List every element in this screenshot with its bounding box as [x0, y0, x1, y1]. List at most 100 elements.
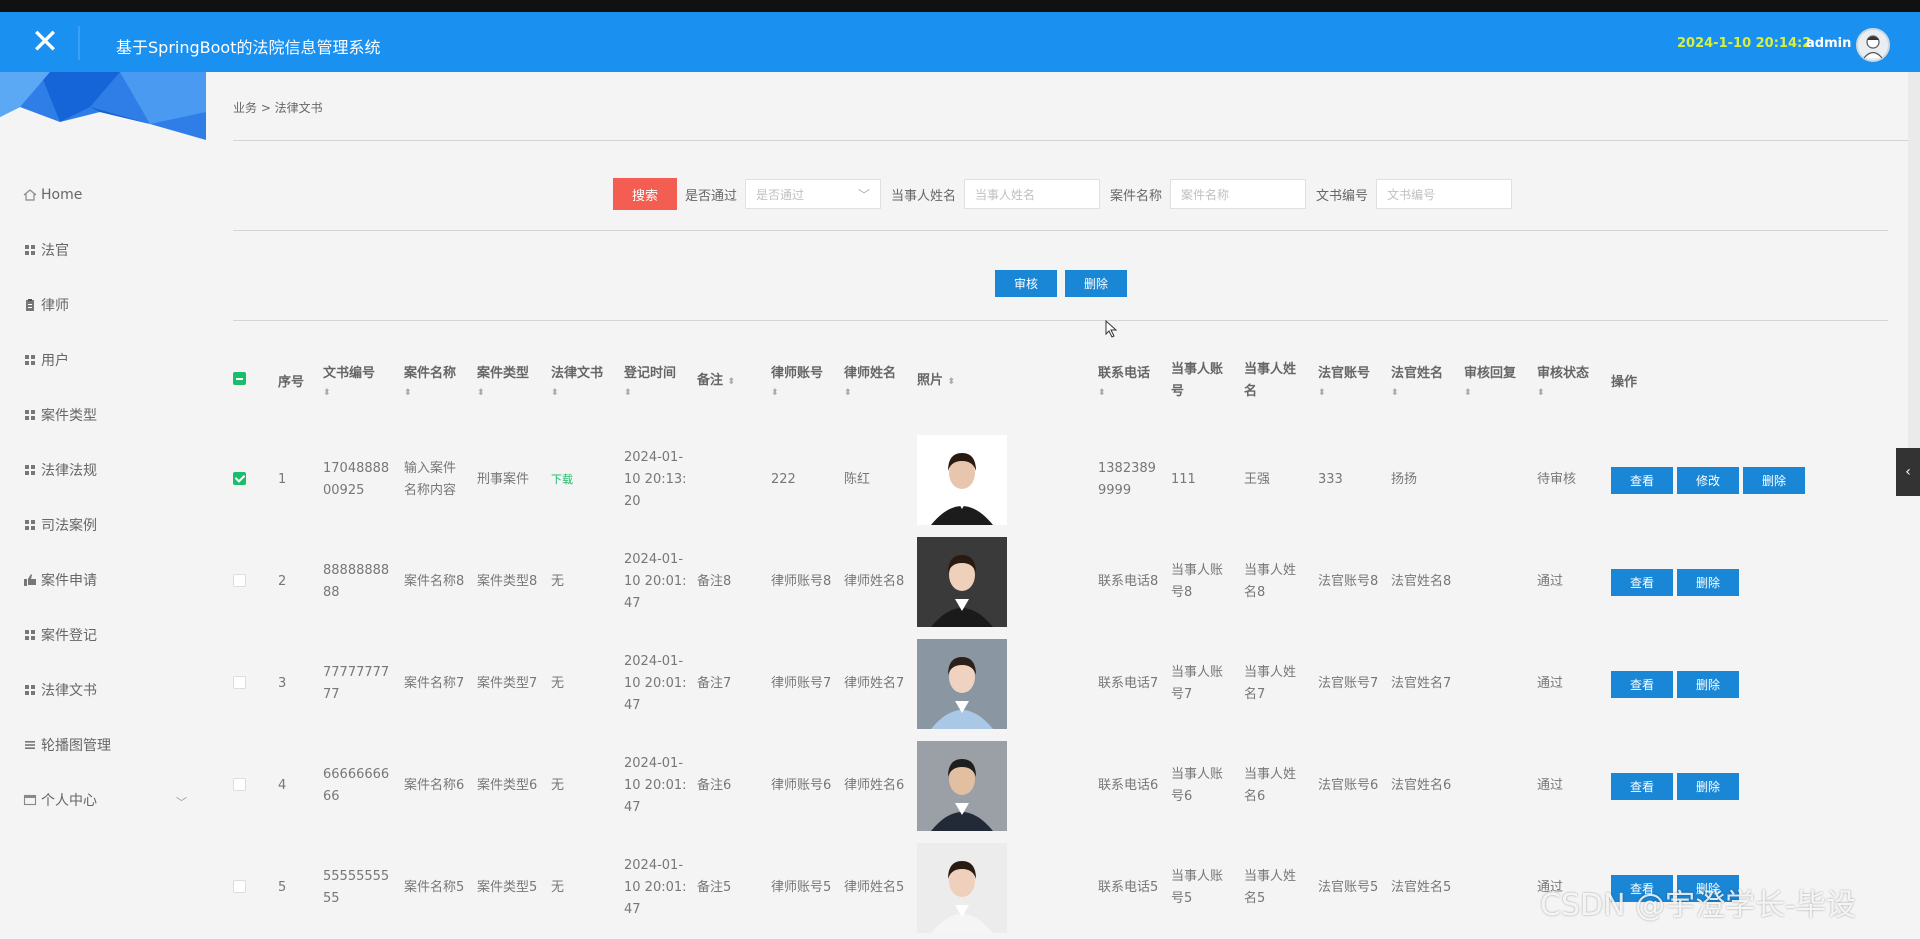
top-border	[0, 0, 1920, 12]
col-header[interactable]: 案件类型	[477, 366, 529, 381]
view-button[interactable]: 查看	[1611, 670, 1673, 698]
row-actions: 查看 删除	[1611, 568, 1811, 596]
select-all-checkbox[interactable]	[233, 372, 246, 385]
grid-icon	[25, 519, 35, 530]
photo-thumbnail[interactable]	[917, 435, 1088, 525]
sidebar-item-label: 司法案例	[41, 517, 97, 534]
sidebar-item-case-type[interactable]: 案件类型	[0, 387, 206, 442]
row-checkbox[interactable]	[233, 471, 246, 485]
audit-button[interactable]: 审核	[995, 270, 1057, 297]
col-header[interactable]: 当事人账号	[1171, 359, 1231, 403]
sort-icon[interactable]: ⬍	[1318, 387, 1391, 399]
person-photo-icon	[917, 843, 1007, 933]
col-header[interactable]: 审核回复	[1464, 366, 1516, 381]
cell-party-name: 当事人姓名7	[1244, 665, 1297, 702]
col-header[interactable]: 法官姓名	[1391, 366, 1443, 381]
col-header[interactable]: 法官账号	[1318, 366, 1370, 381]
cell-lawyer-acc: 律师账号6	[771, 778, 832, 793]
sort-icon[interactable]: ⬍	[1464, 387, 1537, 399]
delete-button[interactable]: 删除	[1677, 772, 1739, 800]
cell-judge-acc: 法官账号6	[1318, 778, 1379, 793]
sort-icon[interactable]: ⬍	[1098, 387, 1171, 399]
row-checkbox[interactable]	[233, 675, 246, 689]
col-header[interactable]: 备注	[697, 373, 723, 388]
delete-button[interactable]: 删除	[1677, 568, 1739, 596]
sort-icon[interactable]: ⬍	[1537, 387, 1611, 399]
cell-file: 无	[551, 778, 565, 793]
sort-icon[interactable]: ⬍	[404, 387, 477, 399]
sort-icon[interactable]: ⬍	[624, 387, 697, 399]
row-checkbox[interactable]	[233, 777, 246, 791]
col-header[interactable]: 律师姓名	[844, 366, 896, 381]
case-name-label: 案件名称	[1110, 188, 1163, 204]
doc-number-input[interactable]: 文书编号	[1376, 179, 1513, 209]
download-link[interactable]: 下载	[551, 469, 614, 491]
batch-delete-button[interactable]: 删除	[1065, 270, 1127, 297]
sidebar-item-case-registration[interactable]: 案件登记	[0, 607, 206, 662]
sort-icon[interactable]: ⬍	[477, 387, 551, 399]
sidebar-item-carousel[interactable]: 轮播图管理	[0, 717, 206, 772]
col-header[interactable]: 文书编号	[323, 366, 375, 381]
photo-thumbnail[interactable]	[917, 741, 1088, 831]
photo-thumbnail[interactable]	[917, 537, 1088, 627]
approved-select[interactable]: 是否通过 ﹀	[745, 179, 882, 209]
sidebar-item-case-application[interactable]: 案件申请	[0, 552, 206, 607]
scrollbar[interactable]	[1908, 72, 1920, 452]
current-time: 2024-1-10 20:14:2	[1677, 36, 1812, 51]
sort-icon[interactable]: ⬍	[844, 387, 917, 399]
photo-thumbnail[interactable]	[917, 639, 1088, 729]
action-bar: 审核 删除	[995, 270, 1127, 297]
sidebar-item-lawyer[interactable]: 律师	[0, 277, 206, 332]
view-button[interactable]: 查看	[1611, 772, 1673, 800]
search-button[interactable]: 搜索	[613, 178, 677, 210]
cell-phone: 联系电话8	[1098, 574, 1159, 589]
sort-icon[interactable]: ⬍	[948, 377, 956, 387]
sidebar-item-label: 案件类型	[41, 407, 97, 424]
delete-button[interactable]: 删除	[1677, 670, 1739, 698]
cell-judge-name: 法官姓名5	[1391, 880, 1452, 895]
sidebar-item-user[interactable]: 用户	[0, 332, 206, 387]
sidebar-item-judge[interactable]: 法官	[0, 222, 206, 277]
sidebar-item-judicial-cases[interactable]: 司法案例	[0, 497, 206, 552]
party-name-input[interactable]: 当事人姓名	[964, 179, 1101, 209]
col-header[interactable]: 当事人姓名	[1244, 359, 1304, 403]
grid-icon	[25, 629, 35, 640]
cell-phone: 联系电话6	[1098, 778, 1159, 793]
delete-button[interactable]: 删除	[1743, 466, 1805, 494]
cell-lawyer-name: 律师姓名6	[844, 778, 905, 793]
close-icon[interactable]: ✕	[28, 25, 62, 61]
sidebar-item-label: 案件申请	[41, 572, 97, 589]
sort-icon[interactable]: ⬍	[551, 387, 624, 399]
approved-select-placeholder: 是否通过	[756, 187, 805, 202]
col-header[interactable]: 法律文书	[551, 366, 603, 381]
col-header[interactable]: 律师账号	[771, 366, 823, 381]
username[interactable]: admin	[1806, 36, 1851, 51]
col-header[interactable]: 审核状态	[1537, 366, 1589, 381]
view-button[interactable]: 查看	[1611, 466, 1673, 494]
col-header[interactable]: 照片	[917, 373, 943, 388]
chevron-down-icon[interactable]: ﹀	[176, 794, 187, 810]
sort-icon[interactable]: ⬍	[728, 377, 736, 387]
col-header[interactable]: 案件名称	[404, 366, 456, 381]
view-button[interactable]: 查看	[1611, 568, 1673, 596]
sort-icon[interactable]: ⬍	[1391, 387, 1464, 399]
sort-icon[interactable]: ⬍	[323, 387, 404, 399]
sidebar-item-personal-center[interactable]: 个人中心 ﹀	[0, 772, 206, 827]
row-number: 5	[278, 880, 287, 895]
sidebar-item-home[interactable]: Home	[0, 167, 206, 222]
photo-thumbnail[interactable]	[917, 843, 1088, 933]
grid-icon	[25, 464, 35, 475]
row-checkbox[interactable]	[233, 573, 246, 587]
thumb-icon	[24, 573, 36, 586]
sort-icon[interactable]: ⬍	[771, 387, 844, 399]
edit-button[interactable]: 修改	[1677, 466, 1739, 494]
cell-time: 2024-01-10 20:01:47	[624, 552, 687, 611]
sidebar-item-laws[interactable]: 法律法规	[0, 442, 206, 497]
sidebar-item-legal-documents[interactable]: 法律文书	[0, 662, 206, 717]
row-checkbox[interactable]	[233, 879, 246, 893]
case-name-input[interactable]: 案件名称	[1170, 179, 1307, 209]
col-header[interactable]: 登记时间	[624, 366, 676, 381]
side-panel-toggle[interactable]: ‹	[1896, 448, 1920, 496]
avatar[interactable]	[1856, 28, 1890, 62]
col-header[interactable]: 联系电话	[1098, 366, 1150, 381]
